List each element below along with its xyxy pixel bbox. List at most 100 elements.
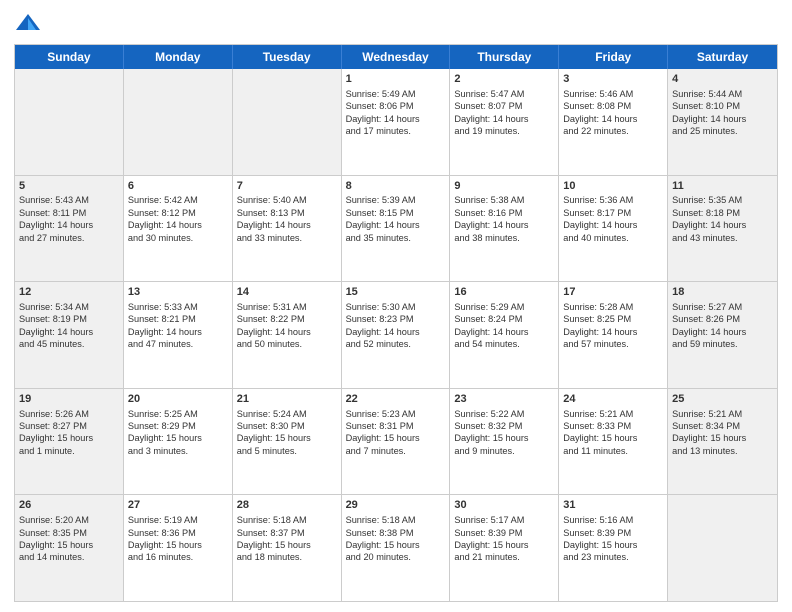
day-info: Daylight: 14 hours xyxy=(454,326,554,338)
day-info: and 3 minutes. xyxy=(128,445,228,457)
day-info: Sunrise: 5:40 AM xyxy=(237,194,337,206)
day-info: Sunset: 8:12 PM xyxy=(128,207,228,219)
day-info: Daylight: 15 hours xyxy=(454,432,554,444)
day-number: 6 xyxy=(128,179,228,194)
day-number: 31 xyxy=(563,498,663,513)
day-info: Sunset: 8:13 PM xyxy=(237,207,337,219)
day-info: and 54 minutes. xyxy=(454,338,554,350)
header-day-thursday: Thursday xyxy=(450,45,559,69)
header-day-wednesday: Wednesday xyxy=(342,45,451,69)
day-info: Sunset: 8:21 PM xyxy=(128,313,228,325)
day-number: 5 xyxy=(19,179,119,194)
day-number: 23 xyxy=(454,392,554,407)
day-info: and 30 minutes. xyxy=(128,232,228,244)
cal-cell: 7Sunrise: 5:40 AMSunset: 8:13 PMDaylight… xyxy=(233,176,342,282)
day-number: 11 xyxy=(672,179,773,194)
day-info: Daylight: 15 hours xyxy=(346,539,446,551)
day-info: Daylight: 14 hours xyxy=(346,219,446,231)
day-number: 20 xyxy=(128,392,228,407)
day-info: and 18 minutes. xyxy=(237,551,337,563)
day-info: Daylight: 15 hours xyxy=(563,432,663,444)
day-number: 3 xyxy=(563,72,663,87)
day-info: Sunrise: 5:17 AM xyxy=(454,514,554,526)
day-info: and 38 minutes. xyxy=(454,232,554,244)
cal-cell: 12Sunrise: 5:34 AMSunset: 8:19 PMDayligh… xyxy=(15,282,124,388)
day-info: Sunset: 8:18 PM xyxy=(672,207,773,219)
day-number: 29 xyxy=(346,498,446,513)
cal-cell: 28Sunrise: 5:18 AMSunset: 8:37 PMDayligh… xyxy=(233,495,342,601)
day-info: Sunset: 8:33 PM xyxy=(563,420,663,432)
day-info: Sunrise: 5:23 AM xyxy=(346,408,446,420)
day-info: Sunset: 8:19 PM xyxy=(19,313,119,325)
cal-cell: 20Sunrise: 5:25 AMSunset: 8:29 PMDayligh… xyxy=(124,389,233,495)
cal-cell: 31Sunrise: 5:16 AMSunset: 8:39 PMDayligh… xyxy=(559,495,668,601)
day-info: Daylight: 14 hours xyxy=(19,326,119,338)
day-info: Daylight: 15 hours xyxy=(19,432,119,444)
day-number: 7 xyxy=(237,179,337,194)
day-info: and 43 minutes. xyxy=(672,232,773,244)
header-day-monday: Monday xyxy=(124,45,233,69)
cal-cell: 2Sunrise: 5:47 AMSunset: 8:07 PMDaylight… xyxy=(450,69,559,175)
day-info: Sunrise: 5:44 AM xyxy=(672,88,773,100)
header-day-sunday: Sunday xyxy=(15,45,124,69)
day-number: 4 xyxy=(672,72,773,87)
cal-cell: 8Sunrise: 5:39 AMSunset: 8:15 PMDaylight… xyxy=(342,176,451,282)
cal-cell: 9Sunrise: 5:38 AMSunset: 8:16 PMDaylight… xyxy=(450,176,559,282)
day-info: Sunset: 8:32 PM xyxy=(454,420,554,432)
day-info: Sunset: 8:22 PM xyxy=(237,313,337,325)
day-number: 25 xyxy=(672,392,773,407)
day-info: and 20 minutes. xyxy=(346,551,446,563)
cal-cell: 23Sunrise: 5:22 AMSunset: 8:32 PMDayligh… xyxy=(450,389,559,495)
day-info: Sunrise: 5:18 AM xyxy=(346,514,446,526)
cal-cell: 3Sunrise: 5:46 AMSunset: 8:08 PMDaylight… xyxy=(559,69,668,175)
cal-cell: 25Sunrise: 5:21 AMSunset: 8:34 PMDayligh… xyxy=(668,389,777,495)
day-info: Sunset: 8:27 PM xyxy=(19,420,119,432)
day-info: Sunrise: 5:21 AM xyxy=(672,408,773,420)
day-info: Sunset: 8:37 PM xyxy=(237,527,337,539)
day-number: 21 xyxy=(237,392,337,407)
day-info: Daylight: 15 hours xyxy=(454,539,554,551)
day-info: Sunset: 8:25 PM xyxy=(563,313,663,325)
cal-cell xyxy=(124,69,233,175)
day-info: Sunrise: 5:27 AM xyxy=(672,301,773,313)
day-info: Daylight: 15 hours xyxy=(563,539,663,551)
day-number: 17 xyxy=(563,285,663,300)
day-info: and 50 minutes. xyxy=(237,338,337,350)
header xyxy=(14,10,778,38)
day-info: Sunset: 8:26 PM xyxy=(672,313,773,325)
day-info: Sunrise: 5:22 AM xyxy=(454,408,554,420)
cal-cell: 4Sunrise: 5:44 AMSunset: 8:10 PMDaylight… xyxy=(668,69,777,175)
day-info: and 47 minutes. xyxy=(128,338,228,350)
day-info: Sunrise: 5:38 AM xyxy=(454,194,554,206)
day-info: and 13 minutes. xyxy=(672,445,773,457)
cal-cell: 24Sunrise: 5:21 AMSunset: 8:33 PMDayligh… xyxy=(559,389,668,495)
header-day-saturday: Saturday xyxy=(668,45,777,69)
day-number: 15 xyxy=(346,285,446,300)
cal-cell: 5Sunrise: 5:43 AMSunset: 8:11 PMDaylight… xyxy=(15,176,124,282)
cal-week-0: 1Sunrise: 5:49 AMSunset: 8:06 PMDaylight… xyxy=(15,69,777,175)
day-info: Sunrise: 5:42 AM xyxy=(128,194,228,206)
day-info: Daylight: 14 hours xyxy=(563,219,663,231)
cal-cell: 17Sunrise: 5:28 AMSunset: 8:25 PMDayligh… xyxy=(559,282,668,388)
day-info: Daylight: 14 hours xyxy=(237,326,337,338)
day-info: Sunset: 8:38 PM xyxy=(346,527,446,539)
day-info: Sunrise: 5:18 AM xyxy=(237,514,337,526)
day-number: 12 xyxy=(19,285,119,300)
day-info: and 40 minutes. xyxy=(563,232,663,244)
day-info: Daylight: 14 hours xyxy=(563,326,663,338)
day-info: and 35 minutes. xyxy=(346,232,446,244)
day-info: and 33 minutes. xyxy=(237,232,337,244)
page: SundayMondayTuesdayWednesdayThursdayFrid… xyxy=(0,0,792,612)
cal-cell: 11Sunrise: 5:35 AMSunset: 8:18 PMDayligh… xyxy=(668,176,777,282)
day-info: Sunrise: 5:35 AM xyxy=(672,194,773,206)
day-info: and 9 minutes. xyxy=(454,445,554,457)
day-info: Daylight: 14 hours xyxy=(237,219,337,231)
day-info: Sunset: 8:24 PM xyxy=(454,313,554,325)
day-info: and 52 minutes. xyxy=(346,338,446,350)
cal-cell: 15Sunrise: 5:30 AMSunset: 8:23 PMDayligh… xyxy=(342,282,451,388)
cal-cell: 18Sunrise: 5:27 AMSunset: 8:26 PMDayligh… xyxy=(668,282,777,388)
day-info: Daylight: 14 hours xyxy=(128,219,228,231)
day-info: and 7 minutes. xyxy=(346,445,446,457)
day-info: Sunset: 8:16 PM xyxy=(454,207,554,219)
cal-cell: 16Sunrise: 5:29 AMSunset: 8:24 PMDayligh… xyxy=(450,282,559,388)
